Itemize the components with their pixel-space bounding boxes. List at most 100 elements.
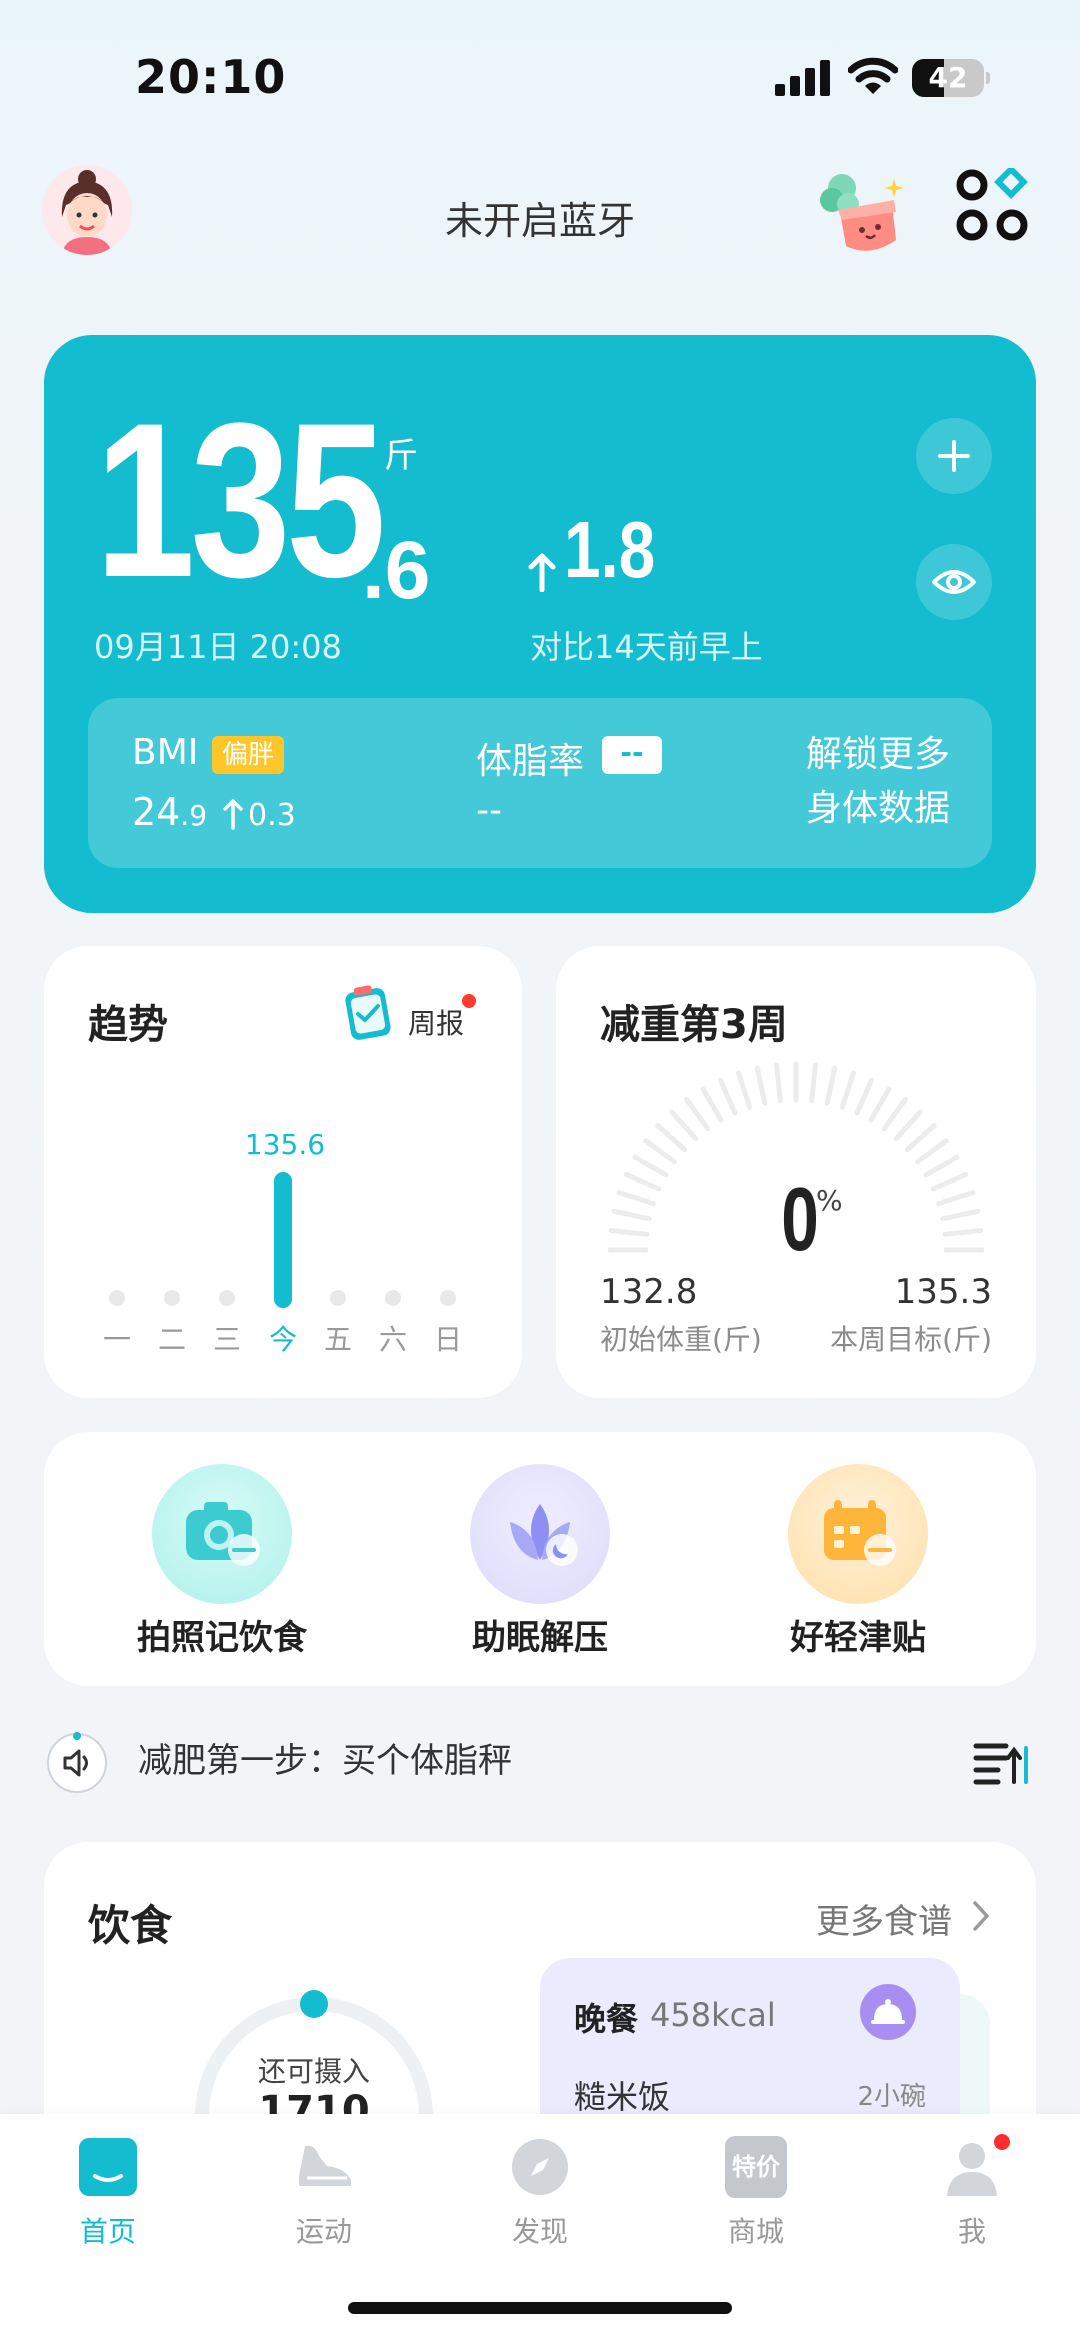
- subsidy-label: 好轻津贴: [790, 1618, 926, 1658]
- day-label: 三: [212, 1323, 241, 1356]
- weight-decimal: .6: [362, 525, 431, 616]
- status-time: 20:10: [135, 50, 287, 104]
- toggle-visibility-button[interactable]: [916, 544, 992, 620]
- meal-calories: 458kcal: [650, 1996, 776, 2034]
- cloche-icon: [860, 1984, 916, 2040]
- tab-me-label: 我: [957, 2215, 986, 2248]
- gauge-tick: [854, 1077, 875, 1116]
- tab-me[interactable]: 我: [864, 2124, 1080, 2264]
- day-dot: [385, 1290, 401, 1306]
- compass-icon: [512, 2139, 568, 2195]
- subsidy-button[interactable]: [788, 1464, 928, 1604]
- body-fat-label: 体脂率: [476, 741, 585, 782]
- home-icon: [79, 2138, 137, 2196]
- gauge-tick: [936, 1190, 976, 1207]
- tab-sport-label: 运动: [295, 2215, 352, 2248]
- camera-icon: [152, 1464, 292, 1604]
- gauge-tick: [824, 1065, 838, 1106]
- remaining-calories-label: 还可摄入: [257, 2055, 370, 2088]
- bmi-value: 24.9: [132, 790, 208, 834]
- weekly-report-label: 周报: [408, 1007, 465, 1040]
- day-label: 六: [378, 1323, 407, 1356]
- report-clipboard-icon: [345, 985, 391, 1040]
- gauge-tick: [616, 1190, 656, 1207]
- bmi-label: BMI: [132, 732, 199, 773]
- weight-value: 135: [95, 377, 386, 623]
- gauge-tick: [632, 1154, 669, 1178]
- food-name: 糙米饭: [574, 2078, 671, 2116]
- gift-box-icon[interactable]: [810, 160, 910, 260]
- notification-dot: [994, 2134, 1010, 2150]
- gauge-tick: [881, 1097, 908, 1132]
- list-sort-icon[interactable]: [972, 1738, 1032, 1790]
- gauge-tick: [669, 1109, 699, 1142]
- today-weight-bar: [274, 1172, 292, 1308]
- initial-weight-value: 132.8: [600, 1272, 698, 1312]
- tab-mall-label: 商城: [727, 2215, 784, 2248]
- more-recipes-link[interactable]: 更多食谱: [816, 1894, 952, 1943]
- gauge-tick: [643, 1138, 678, 1165]
- sale-tag-icon: 特价: [725, 2136, 787, 2198]
- gauge-tick: [608, 1228, 650, 1237]
- gauge-tick: [930, 1171, 969, 1192]
- arrow-up-icon: [528, 553, 556, 592]
- weight-unit: 斤: [384, 436, 418, 476]
- photo-food-log-button[interactable]: [152, 1464, 292, 1604]
- gauge-tick: [923, 1154, 960, 1178]
- apps-grid-icon[interactable]: [955, 165, 1031, 244]
- battery-icon: 42: [912, 59, 990, 97]
- bar-value-label: 135.6: [244, 1128, 326, 1161]
- lotus-icon: [470, 1464, 610, 1604]
- weight-diff: 1.8: [564, 505, 656, 594]
- tab-discover-label: 发现: [511, 2215, 568, 2248]
- plus-icon: [938, 440, 970, 472]
- goal-weight-value: 135.3: [894, 1272, 992, 1312]
- gauge-tick: [754, 1065, 768, 1106]
- gauge-tick: [700, 1086, 724, 1123]
- tab-sport[interactable]: 运动: [216, 2124, 432, 2264]
- food-quantity: 2小碗: [857, 2082, 926, 2112]
- tab-home[interactable]: 首页: [0, 2124, 216, 2264]
- gauge-tick: [736, 1070, 753, 1110]
- unlock-line-1: 解锁更多: [805, 734, 950, 775]
- weight-datetime: 09月11日 20:08: [94, 628, 342, 666]
- photo-food-log-label: 拍照记饮食: [137, 1618, 307, 1658]
- meal-name: 晚餐: [574, 2000, 639, 2038]
- day-label: 二: [157, 1323, 186, 1356]
- sleep-relax-label: 助眠解压: [472, 1618, 608, 1658]
- tab-discover[interactable]: 发现: [432, 2124, 648, 2264]
- tab-home-label: 首页: [79, 2215, 136, 2248]
- bluetooth-status-title[interactable]: 未开启蓝牙: [0, 190, 1080, 245]
- notice-text[interactable]: 减肥第一步：买个体脂秤: [138, 1733, 512, 1782]
- body-fat-value: --: [476, 790, 502, 831]
- gauge-tick: [809, 1062, 818, 1104]
- user-icon: [947, 2143, 997, 2196]
- gauge-tick: [655, 1123, 688, 1153]
- day-dot: [109, 1290, 125, 1306]
- day-dot: [164, 1290, 180, 1306]
- speaker-icon: [46, 1732, 108, 1794]
- gauge-tick: [611, 1208, 652, 1222]
- gauge-tick: [684, 1097, 711, 1132]
- percent-sign: %: [816, 1184, 843, 1217]
- day-dot: [330, 1290, 346, 1306]
- tab-mall[interactable]: 特价 商城: [648, 2124, 864, 2264]
- gauge-tick: [623, 1171, 662, 1192]
- unlock-more-data-link[interactable]: 解锁更多 身体数据: [760, 728, 950, 836]
- gauge-tick: [774, 1062, 783, 1104]
- day-dot: [219, 1290, 235, 1306]
- weekly-progress-title: 减重第3周: [600, 1002, 788, 1048]
- day-dot: [440, 1290, 456, 1306]
- gauge-tick: [717, 1077, 738, 1116]
- unlock-line-2: 身体数据: [805, 788, 950, 829]
- gauge-tick: [893, 1109, 923, 1142]
- bmi-delta: 0.3: [248, 798, 296, 833]
- gauge-tick: [940, 1208, 981, 1222]
- wifi-icon: [848, 57, 898, 94]
- chevron-right-icon[interactable]: [970, 1898, 992, 1934]
- gauge-tick: [904, 1123, 937, 1153]
- gauge-tick: [914, 1138, 949, 1165]
- add-weight-button[interactable]: [916, 418, 992, 494]
- sleep-relax-button[interactable]: [470, 1464, 610, 1604]
- day-label: 日: [433, 1323, 462, 1356]
